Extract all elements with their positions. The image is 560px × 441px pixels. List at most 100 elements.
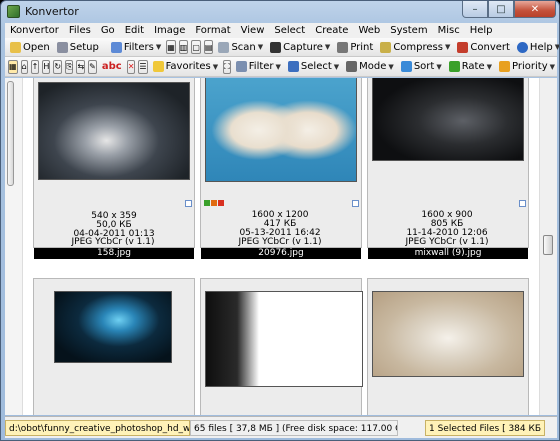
- chevron-down-icon: ▼: [436, 62, 442, 71]
- funnel-icon: [235, 61, 247, 72]
- menu-files[interactable]: Files: [64, 23, 96, 38]
- printer-icon: [337, 41, 349, 53]
- image-format: JPEG YCbCr (v 1.1): [405, 237, 489, 247]
- capture-button[interactable]: Capture ▼: [267, 39, 333, 56]
- star-icon: [152, 61, 164, 72]
- save-icon[interactable]: H: [42, 59, 51, 74]
- sort-button[interactable]: Sort ▼: [398, 58, 445, 75]
- menu-konvertor[interactable]: Konvertor: [5, 23, 64, 38]
- image-filename[interactable]: 158.jpg: [34, 248, 194, 259]
- rate-button[interactable]: Rate ▼: [446, 58, 495, 75]
- menu-format[interactable]: Format: [190, 23, 235, 38]
- close-button[interactable]: ✕: [514, 1, 556, 18]
- window-title: Konvertor: [25, 5, 79, 18]
- fit-icon[interactable]: ⛶: [223, 59, 231, 74]
- chevron-down-icon: ▼: [549, 62, 556, 71]
- flag-icon: [499, 61, 511, 72]
- image-filename[interactable]: mixwall (9).jpg: [368, 248, 528, 259]
- vertical-scrollbar[interactable]: [539, 78, 557, 415]
- menu-misc[interactable]: Misc: [433, 23, 465, 38]
- menu-view[interactable]: View: [236, 23, 270, 38]
- main-window: Konvertor – □ ✕ Konvertor Files Go Edit …: [0, 0, 560, 441]
- chevron-down-icon: ▼: [155, 43, 162, 51]
- thumbnail-grid[interactable]: 540 x 359 50,0 КБ 04-04-2011 01:13 1600 …: [5, 78, 541, 415]
- setup-button[interactable]: Setup: [54, 39, 102, 56]
- thumbnail-image[interactable]: [205, 291, 363, 387]
- main-toolbar: Open Setup Filters ▼ ▦ ▥ ▢ ▤ Scan ▼ Captur…: [5, 38, 559, 57]
- left-scrollbar-thumb[interactable]: [7, 81, 14, 186]
- folder-icon: [10, 41, 21, 53]
- menu-edit[interactable]: Edit: [120, 23, 149, 38]
- filters-icon: [110, 41, 122, 53]
- menu-image[interactable]: Image: [149, 23, 190, 38]
- mode-button[interactable]: Mode ▼: [343, 58, 397, 75]
- menu-web[interactable]: Web: [353, 23, 385, 38]
- browse-icon[interactable]: ⌂: [20, 59, 28, 74]
- menu-go[interactable]: Go: [96, 23, 120, 38]
- filters-button[interactable]: Filters ▼: [108, 39, 164, 56]
- image-format: JPEG YCbCr (v 1.1): [238, 237, 322, 247]
- menu-bar: Konvertor Files Go Edit Image Format Vie…: [5, 23, 557, 38]
- view-single-icon[interactable]: ▢: [191, 40, 201, 54]
- view-thumbnails-icon[interactable]: ▦: [166, 40, 176, 54]
- tools-icon: [56, 41, 68, 53]
- spellcheck-button[interactable]: abc: [99, 58, 125, 75]
- menu-help[interactable]: Help: [465, 23, 498, 38]
- view-columns-icon[interactable]: ▥: [178, 40, 189, 54]
- filter-button[interactable]: Filter ▼: [233, 58, 284, 75]
- info-icon[interactable]: ☰: [138, 59, 148, 74]
- print-button[interactable]: Print: [334, 39, 376, 56]
- move-icon[interactable]: ⇆: [76, 59, 86, 74]
- file-count: 65 files [ 37,8 МБ ] (Free disk space: 1…: [190, 419, 398, 436]
- chevron-down-icon: ▼: [275, 62, 281, 71]
- scrollbar-thumb[interactable]: [543, 235, 553, 255]
- chevron-down-icon: ▼: [388, 62, 394, 71]
- select-button[interactable]: Select ▼: [285, 58, 342, 75]
- resize-grip-icon[interactable]: [545, 420, 557, 436]
- compress-icon: [380, 41, 392, 53]
- app-icon: [7, 5, 20, 18]
- selected-files: 1 Selected Files [ 384 КБ ]: [425, 419, 545, 436]
- chevron-down-icon: ▼: [212, 62, 219, 71]
- folder-up-icon[interactable]: ↑: [30, 59, 40, 74]
- delete-icon[interactable]: ✕: [126, 59, 136, 74]
- current-path: d:\obot\funny_creative_photoshop_hd_wa: [5, 419, 190, 436]
- rename-icon[interactable]: ✎: [88, 59, 97, 74]
- title-bar: Konvertor – □ ✕: [1, 1, 559, 22]
- chevron-down-icon: ▼: [444, 43, 451, 51]
- view-detail-icon[interactable]: ▤: [203, 40, 214, 54]
- thumbnail-item[interactable]: [367, 278, 529, 415]
- menu-create[interactable]: Create: [310, 23, 353, 38]
- scan-button[interactable]: Scan ▼: [215, 39, 266, 56]
- chevron-down-icon: ▼: [333, 62, 340, 71]
- convert-button[interactable]: Convert: [454, 39, 513, 56]
- help-button[interactable]: Help ▼: [514, 39, 559, 56]
- thumbnail-image[interactable]: [54, 291, 172, 363]
- camera-icon: [270, 41, 282, 53]
- minimize-button[interactable]: –: [462, 1, 488, 18]
- cursor-icon: [287, 61, 299, 72]
- open-button[interactable]: Open: [7, 39, 53, 56]
- chevron-down-icon: ▼: [257, 43, 264, 51]
- copy-icon[interactable]: ⎘: [65, 59, 74, 74]
- thumbnail-mode-icon[interactable]: ▦: [8, 59, 18, 74]
- maximize-button[interactable]: □: [488, 1, 514, 18]
- menu-select[interactable]: Select: [269, 23, 310, 38]
- priority-button[interactable]: Priority ▼: [496, 58, 558, 75]
- chevron-down-icon: ▼: [486, 62, 493, 71]
- help-icon: [516, 41, 528, 53]
- compress-button[interactable]: Compress ▼: [377, 39, 453, 56]
- secondary-toolbar: ▦ ⌂ ↑ H ↻ ⎘ ⇆ ✎ abc ✕ ☰ Favorites ▼ ⛶ Fil…: [5, 57, 557, 77]
- image-format: JPEG YCbCr (v 1.1): [71, 237, 155, 247]
- menu-system[interactable]: System: [385, 23, 432, 38]
- favorites-button[interactable]: Favorites ▼: [150, 58, 222, 75]
- thumbnail-item[interactable]: [33, 278, 195, 415]
- thumbnail-image[interactable]: [372, 291, 524, 377]
- convert-icon: [457, 41, 469, 53]
- grid-icon: [346, 61, 358, 72]
- thumbnail-item[interactable]: [200, 278, 363, 415]
- image-filename[interactable]: 20976.jpg: [201, 248, 361, 259]
- chevron-down-icon: ▼: [324, 43, 331, 51]
- status-bar: d:\obot\funny_creative_photoshop_hd_wa 6…: [5, 416, 557, 438]
- refresh-icon[interactable]: ↻: [53, 59, 63, 74]
